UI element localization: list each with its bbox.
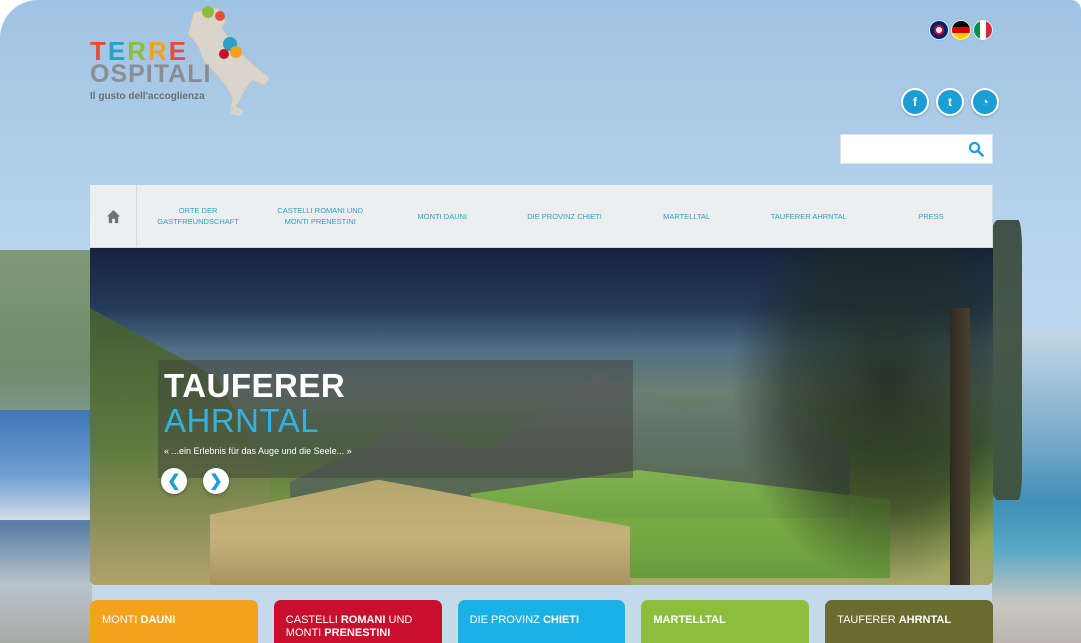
tab-monti-dauni[interactable]: Monti Dauni [90, 600, 258, 643]
language-switcher [929, 20, 993, 40]
home-icon [106, 209, 120, 223]
tab-castelli-romani[interactable]: Castelli Romani und Monti Prenestini [273, 600, 442, 643]
nav-item-press[interactable]: Press [870, 185, 993, 247]
tab-label: Tauferer [837, 614, 899, 626]
search-icon[interactable] [968, 141, 984, 157]
hero-subtitle: « ...ein Erlebnis für das Auge und die S… [164, 446, 352, 456]
tab-tauferer-ahrntal[interactable]: Tauferer Ahrntal [825, 600, 993, 643]
background-scenery-left [0, 250, 92, 643]
tab-label: Castelli [285, 614, 341, 626]
slider-prev-button[interactable]: ❮ [161, 468, 187, 494]
tab-label-bold: Martelltal [653, 614, 726, 626]
twitter-icon[interactable]: t [936, 88, 964, 116]
hero-slider: TAUFERER AHRNTAL « ...ein Erlebnis für d… [90, 248, 993, 585]
site-logo[interactable]: TERRE OSPITALI Il gusto dell'accoglienza [90, 6, 290, 116]
tab-martelltal[interactable]: Martelltal [641, 600, 810, 643]
search-box [840, 134, 993, 164]
tab-provinz-chieti[interactable]: Die Provinz Chieti [457, 600, 626, 643]
search-input[interactable] [841, 135, 971, 161]
chevron-right-icon: ❯ [209, 473, 223, 490]
main-navigation: Orte der Gastfreundschaft Castelli Roman… [90, 185, 993, 248]
english-flag-icon[interactable] [929, 20, 949, 40]
rss-icon[interactable]: ◔ [971, 88, 999, 116]
tab-label-bold: Dauni [140, 614, 176, 626]
chevron-left-icon: ❮ [167, 473, 181, 490]
tab-label-bold: Romani [340, 614, 386, 626]
slider-next-button[interactable]: ❯ [203, 468, 229, 494]
tab-label: Monti [102, 614, 141, 626]
nav-item-tauferer-ahrntal[interactable]: Tauferer Ahrntal [748, 185, 870, 247]
page-frame: TERRE OSPITALI Il gusto dell'accoglienza… [0, 0, 1081, 643]
nav-item-provinz-chieti[interactable]: Die Provinz Chieti [503, 185, 625, 247]
background-pool [0, 410, 92, 520]
german-flag-icon[interactable] [951, 20, 971, 40]
nav-item-monti-dauni[interactable]: Monti Dauni [381, 185, 503, 247]
logo-tagline: Il gusto dell'accoglienza [90, 91, 205, 102]
tab-label-bold2: Prenestini [324, 627, 391, 639]
nav-item-orte-der-gastfreundschaft[interactable]: Orte der Gastfreundschaft [137, 185, 259, 247]
social-links: f t ◔ [901, 88, 999, 116]
tab-label-bold: Chieti [542, 614, 579, 626]
tab-label-bold: Ahrntal [898, 614, 952, 626]
italian-flag-icon[interactable] [973, 20, 993, 40]
hero-title-line1: TAUFERER [164, 367, 346, 404]
nav-item-castelli-romani[interactable]: Castelli Romani und Monti Prenestini [259, 185, 381, 247]
destination-tabs: Monti Dauni Castelli Romani und Monti Pr… [90, 600, 993, 643]
background-scenery-right [982, 220, 1081, 643]
nav-item-martelltal[interactable]: Martelltal [626, 185, 748, 247]
hero-title-line2: AHRNTAL [164, 402, 320, 439]
logo-word-ospitali: OSPITALI [90, 60, 212, 88]
tab-label: Die Provinz [469, 614, 543, 626]
hero-tree-trunk [950, 308, 970, 585]
nav-home[interactable] [90, 185, 137, 247]
facebook-icon[interactable]: f [901, 88, 929, 116]
